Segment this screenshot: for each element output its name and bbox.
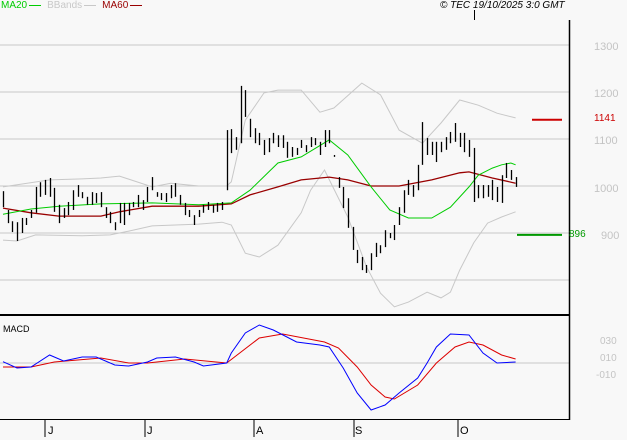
macd-tick-label: 010	[600, 353, 617, 364]
x-tick-label: O	[460, 425, 469, 437]
x-tick-label: J	[48, 425, 54, 437]
bbands-lower-line	[2, 169, 516, 308]
y-tick-label: 1000	[594, 183, 619, 195]
x-tick-label: S	[355, 425, 363, 437]
y-tick-label: 1300	[594, 41, 619, 53]
y-tick-label: 900	[601, 230, 620, 242]
macd-tick-label: -010	[596, 370, 617, 381]
y-tick-label: 1100	[594, 135, 618, 147]
macd-title: MACD	[3, 324, 30, 334]
resistance-label: 1141	[594, 113, 616, 124]
chart-canvas	[0, 10, 571, 437]
macd-tick-label: 030	[600, 336, 617, 347]
support-label: 896	[569, 229, 586, 240]
y-tick-label: 1200	[594, 88, 619, 100]
x-tick-label: A	[256, 425, 264, 437]
x-tick-label: J	[147, 425, 153, 437]
macd-signal-line	[3, 333, 516, 400]
